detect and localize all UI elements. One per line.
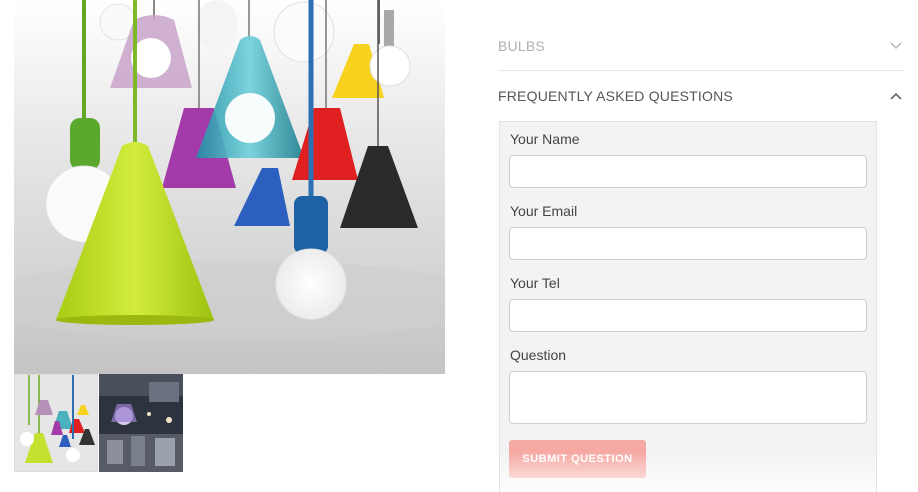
accordion-bulbs-header[interactable]: BULBS [498,22,905,71]
thumbnail-lamps-image [15,375,97,471]
thumbnail-interior[interactable] [99,374,183,472]
chevron-up-icon[interactable] [889,89,903,103]
thumbnail-interior-image [99,374,183,472]
tel-label: Your Tel [510,275,560,291]
submit-question-button[interactable]: SUBMIT QUESTION [509,440,646,478]
accordion-faq-header[interactable]: FREQUENTLY ASKED QUESTIONS [498,71,905,121]
email-field[interactable] [509,227,867,260]
email-label: Your Email [510,203,578,219]
accordion-faq-label: FREQUENTLY ASKED QUESTIONS [498,88,733,104]
question-label: Question [510,347,567,363]
name-label: Your Name [510,131,580,147]
thumbnail-lamps[interactable] [14,374,98,472]
product-accordion: BULBS FREQUENTLY ASKED QUESTIONS [498,22,905,121]
product-main-image[interactable] [14,0,445,374]
question-textarea[interactable] [509,371,867,424]
name-field[interactable] [509,155,867,188]
chevron-down-icon[interactable] [889,39,903,53]
pendant-lamps-illustration [14,0,445,374]
accordion-bulbs-label: BULBS [498,38,545,54]
tel-field[interactable] [509,299,867,332]
faq-question-form: Your Name Your Email Your Tel Question S… [499,121,877,492]
